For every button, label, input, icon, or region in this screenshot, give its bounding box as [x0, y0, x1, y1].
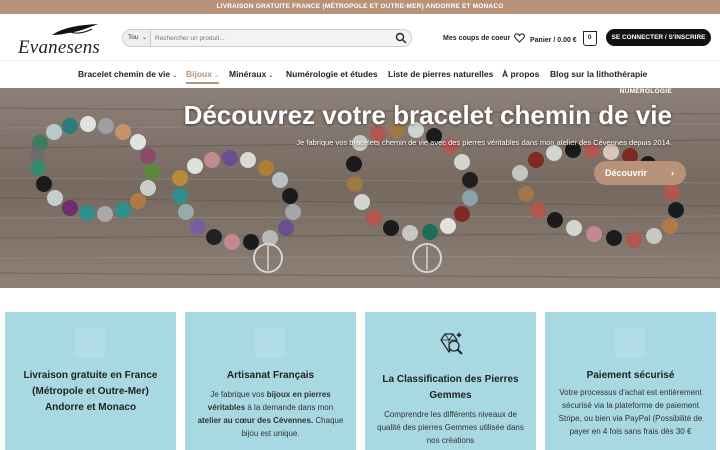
chevron-right-icon: › [671, 168, 674, 178]
login-register-button[interactable]: SE CONNECTER / S'INSCRIRE [606, 29, 711, 46]
features-section: Livraison gratuite en France (Métropole … [0, 288, 720, 450]
hero-subtitle: Je fabrique vos bracelets chemin de vie … [296, 138, 672, 147]
nav-item-a-propos[interactable]: À propos [502, 69, 539, 79]
search-input[interactable] [155, 30, 385, 46]
feature-card-paiement: Paiement sécurisé Votre processus d'acha… [545, 312, 716, 450]
chevron-down-icon: ⌄ [172, 73, 178, 79]
logo-text: Evanesens [18, 37, 100, 58]
nav-item-mineraux[interactable]: Minéraux ⌄ [229, 69, 273, 79]
feature-card-artisanat: Artisanat Français Je fabrique vos bijou… [185, 312, 356, 450]
feature-text: Comprendre les différents niveaux de qua… [377, 410, 524, 445]
site-header: Evanesens Tou⌄ Mes coups de coeur Panier… [0, 14, 720, 60]
hero-banner: NUMÉROLOGIE Découvrez votre bracelet che… [0, 88, 720, 288]
site-logo[interactable]: Evanesens [18, 23, 100, 58]
hero-tag: NUMÉROLOGIE [619, 88, 672, 95]
feature-card-classification: La Classification des Pierres Gemmes Com… [365, 312, 536, 450]
discover-button[interactable]: Découvrir › [594, 161, 686, 185]
hero-title: Découvrez votre bracelet chemin de vie [183, 100, 672, 130]
feature-card-shipping: Livraison gratuite en France (Métropole … [5, 312, 176, 450]
artisan-icon [255, 328, 285, 358]
gem-magnifier-icon [440, 332, 463, 355]
cart-label: Panier / 0.00 € [530, 37, 577, 44]
search-icon[interactable] [395, 32, 407, 44]
chevron-down-icon: ⌄ [213, 73, 220, 79]
secure-payment-icon [615, 328, 645, 358]
feature-text: Je fabrique vos bijoux en pierres vérita… [197, 390, 344, 438]
feature-title: Paiement sécurisé [586, 370, 675, 381]
search-bar: Tou ⌄ [122, 29, 412, 47]
chevron-down-icon: ⌄ [268, 73, 274, 79]
feature-title: Livraison gratuite en France (Métropole … [23, 370, 158, 413]
announcement-bar: LIVRAISON GRATUITE FRANCE (MÉTROPOLE ET … [0, 0, 720, 14]
nav-item-bracelet-chemin-de-vie[interactable]: Bracelet chemin de vie ⌄ [78, 69, 177, 79]
nav-item-numerologie[interactable]: Numérologie et études [286, 69, 378, 79]
wishlist-label: Mes coups de coeur [443, 34, 511, 42]
main-nav: Bracelet chemin de vie ⌄ Bijoux ⌄ Minéraux… [0, 60, 720, 88]
nav-item-blog[interactable]: Blog sur la lithothérapie [550, 69, 647, 79]
wishlist-link[interactable]: Mes coups de coeur [443, 33, 526, 43]
search-category-select[interactable]: Tou ⌄ [123, 30, 151, 46]
feature-text: Votre processus d'achat est entièrement … [558, 388, 703, 436]
chevron-down-icon: ⌄ [141, 35, 147, 41]
feature-title: Artisanat Français [226, 370, 315, 381]
nav-item-bijoux[interactable]: Bijoux ⌄ [186, 69, 220, 84]
feature-title: La Classification des Pierres Gemmes [382, 374, 519, 401]
shipping-icon [75, 328, 105, 358]
nav-item-liste-pierres[interactable]: Liste de pierres naturelles [388, 69, 493, 79]
cart-link[interactable]: Panier / 0.00 € 0 [530, 31, 597, 48]
heart-icon [514, 33, 526, 43]
cart-count-badge: 0 [582, 31, 597, 46]
